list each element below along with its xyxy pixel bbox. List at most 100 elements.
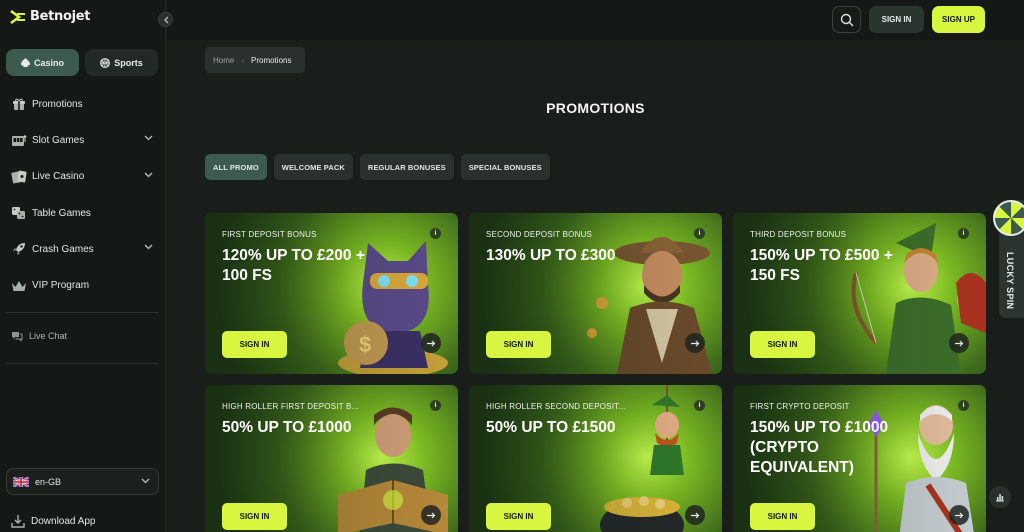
sidebar-item-label: VIP Program [32,280,90,292]
promo-tag: HIGH ROLLER SECOND DEPOSIT... [486,402,626,411]
arrow-right-icon[interactable] [421,333,441,353]
promo-tag: FIRST DEPOSIT BONUS [222,230,317,239]
cards-icon [11,169,27,185]
promo-tag: SECOND DEPOSIT BONUS [486,230,593,239]
promo-offer: 150% UP TO £500 + 150 FS [750,247,893,284]
tab-all-promo[interactable]: ALL PROMO [205,154,267,180]
arrow-right-icon[interactable] [685,333,705,353]
arrow-right-icon[interactable] [949,333,969,353]
promo-card[interactable]: FIRST CRYPTO DEPOSIT 150% UP TO £1000 (C… [733,385,986,532]
product-switch: Casino Sports [6,49,158,76]
chevron-down-icon [144,135,153,141]
promo-tag: THIRD DEPOSIT BONUS [750,230,847,239]
ball-icon [100,57,111,68]
chevron-left-icon [163,16,168,23]
chevron-down-icon [141,478,150,484]
download-app-link[interactable]: Download App [11,514,96,528]
promo-tag: HIGH ROLLER FIRST DEPOSIT B... [222,402,359,411]
dice-icon [11,205,27,221]
sidebar-item-label: Slot Games [32,134,85,146]
sidebar-item-label: Promotions [32,98,83,110]
rocket-icon [11,241,27,257]
promo-card[interactable]: SECOND DEPOSIT BONUS 130% UP TO £300 i S… [469,213,722,374]
logo[interactable]: Betnojet [10,9,91,24]
sidebar: Betnojet Casino Sports Promotions Slot G… [0,0,166,532]
sign-in-button[interactable]: SIGN IN [750,503,815,530]
info-icon[interactable]: i [430,400,441,411]
live-chat-link[interactable]: Live Chat [11,330,67,342]
collapse-sidebar-button[interactable] [158,12,173,27]
info-icon[interactable]: i [694,228,705,239]
casino-switch-button[interactable]: Casino [6,49,79,76]
header-sign-up-button[interactable]: SIGN UP [932,6,985,33]
sidebar-item-crash-games[interactable]: Crash Games [0,231,166,267]
info-icon[interactable]: i [958,228,969,239]
tab-welcome-pack[interactable]: WELCOME PACK [273,154,353,180]
sidebar-divider [6,363,159,364]
breadcrumb-current: Promotions [251,55,292,65]
sidebar-nav: Promotions Slot Games Live Casino Table … [0,86,166,304]
arrow-right-icon[interactable] [421,505,441,525]
header-sign-in-button[interactable]: SIGN IN [869,6,924,33]
lucky-spin-tab[interactable]: LUCKY SPIN [993,200,1024,318]
uk-flag-icon [13,476,29,487]
stats-button[interactable] [989,486,1011,508]
sidebar-divider [6,312,159,313]
promo-offer: 50% UP TO £1500 [486,419,616,436]
sign-in-button[interactable]: SIGN IN [486,503,551,530]
promo-filter-tabs: ALL PROMO WELCOME PACK REGULAR BONUSES S… [205,154,550,180]
lucky-spin-label: LUCKY SPIN [1005,252,1015,310]
sidebar-item-label: Crash Games [32,243,94,255]
spade-icon [20,58,30,67]
live-chat-label: Live Chat [29,331,68,341]
breadcrumb-separator-icon: › [241,55,245,65]
promo-card[interactable]: $ FIRST DEPOSIT BONUS 120% UP TO £200 + … [205,213,458,374]
sports-switch-button[interactable]: Sports [85,49,158,76]
breadcrumb: Home › Promotions [205,47,305,73]
wheel-icon [993,200,1024,236]
promo-offer: 150% UP TO £1000 (CRYPTO EQUIVALENT) [750,419,889,476]
sidebar-item-label: Live Casino [32,171,85,183]
download-icon [11,515,25,528]
download-app-label: Download App [31,515,96,527]
search-button[interactable] [832,6,861,33]
tab-regular-bonuses[interactable]: REGULAR BONUSES [359,154,454,180]
page-title: PROMOTIONS [546,100,645,116]
crown-icon [11,278,27,294]
promo-card[interactable]: THIRD DEPOSIT BONUS 150% UP TO £500 + 15… [733,213,986,374]
arrow-right-icon[interactable] [949,505,969,525]
sidebar-item-vip-program[interactable]: VIP Program [0,267,166,303]
promo-card[interactable]: HIGH ROLLER FIRST DEPOSIT B... 50% UP TO… [205,385,458,532]
search-icon [840,13,853,26]
promo-offer: 50% UP TO £1000 [222,419,352,436]
tab-special-bonuses[interactable]: SPECIAL BONUSES [460,154,550,180]
bar-chart-icon [996,494,1004,502]
sidebar-item-promotions[interactable]: Promotions [0,86,166,122]
language-select[interactable]: en-GB [6,468,159,495]
info-icon[interactable]: i [958,400,969,411]
breadcrumb-home-link[interactable]: Home [213,56,234,65]
info-icon[interactable]: i [694,400,705,411]
arrow-right-icon[interactable] [685,505,705,525]
promo-card[interactable]: HIGH ROLLER SECOND DEPOSIT... 50% UP TO … [469,385,722,532]
language-label: en-GB [35,476,62,487]
sidebar-item-table-games[interactable]: Table Games [0,195,166,231]
slot-machine-icon [11,132,27,148]
sports-switch-label: Sports [114,57,143,68]
sign-in-button[interactable]: SIGN IN [486,331,551,358]
info-icon[interactable]: i [430,228,441,239]
sidebar-item-live-casino[interactable]: Live Casino [0,159,166,195]
gift-icon [11,96,27,112]
chat-icon [12,332,23,342]
sidebar-item-label: Table Games [32,207,91,219]
sign-in-button[interactable]: SIGN IN [750,331,815,358]
sign-in-button[interactable]: SIGN IN [222,331,287,358]
chevron-down-icon [144,244,153,250]
sign-in-button[interactable]: SIGN IN [222,503,287,530]
logo-mark-icon [10,9,25,24]
sidebar-item-slot-games[interactable]: Slot Games [0,122,166,158]
promo-offer: 120% UP TO £200 + 100 FS [222,247,365,284]
chevron-down-icon [144,172,153,178]
logo-text: Betnojet [30,9,91,24]
promo-offer: 130% UP TO £300 [486,247,616,264]
